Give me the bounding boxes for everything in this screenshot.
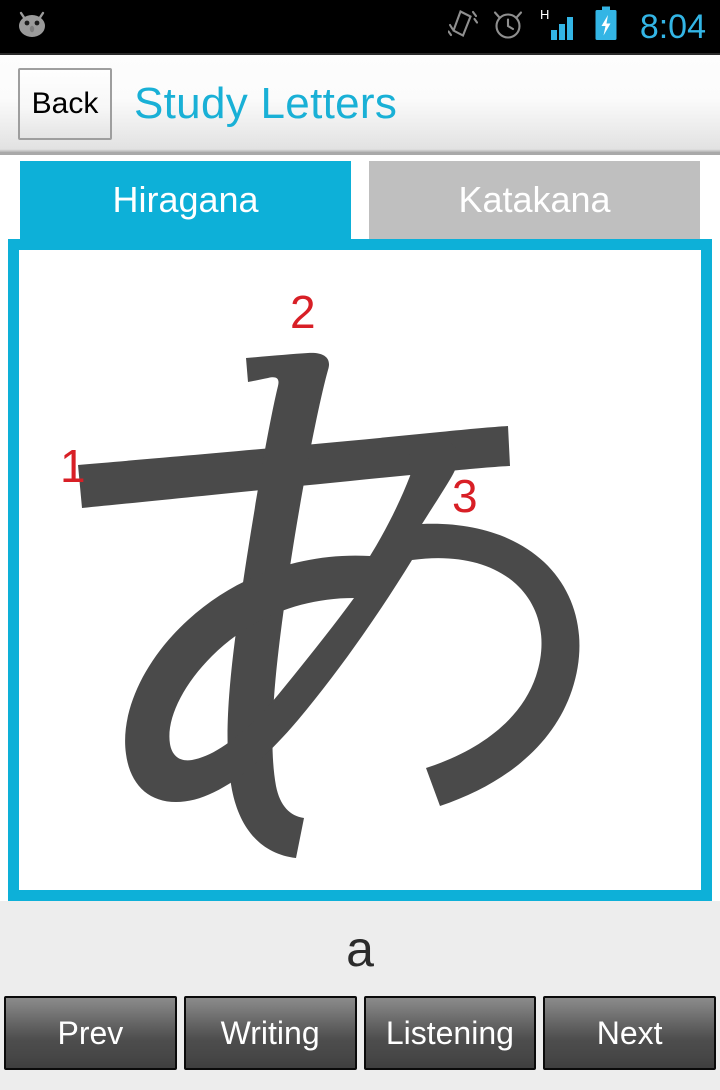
vibrate-icon bbox=[447, 7, 478, 46]
stroke-order-diagram: 1 2 3 bbox=[19, 250, 701, 890]
writing-button[interactable]: Writing bbox=[183, 996, 357, 1070]
character-panel-wrapper: 1 2 3 bbox=[0, 239, 720, 901]
kana-strokes bbox=[78, 352, 580, 858]
action-button-bar: Prev Writing Listening Next bbox=[0, 996, 720, 1090]
stroke-number-3: 3 bbox=[452, 470, 478, 522]
tab-katakana[interactable]: Katakana bbox=[369, 161, 700, 239]
status-bar-clock: 8:04 bbox=[639, 7, 706, 46]
hspa-signal-icon: H bbox=[538, 6, 580, 47]
listening-button[interactable]: Listening bbox=[363, 996, 537, 1070]
prev-button[interactable]: Prev bbox=[4, 996, 177, 1070]
stroke-number-1: 1 bbox=[60, 440, 86, 492]
next-button[interactable]: Next bbox=[543, 996, 716, 1070]
status-bar-system-icons: H 8:04 bbox=[447, 5, 706, 48]
back-button[interactable]: Back bbox=[18, 67, 112, 140]
tab-hiragana[interactable]: Hiragana bbox=[20, 161, 351, 239]
character-display-panel[interactable]: 1 2 3 bbox=[8, 239, 712, 901]
page-title: Study Letters bbox=[134, 78, 398, 128]
stroke-number-2: 2 bbox=[290, 286, 316, 338]
battery-charging-icon bbox=[593, 5, 619, 48]
status-bar: H 8:04 bbox=[0, 0, 720, 55]
tab-bar: Hiragana Katakana bbox=[0, 155, 720, 239]
alarm-clock-icon bbox=[491, 7, 525, 46]
android-head-icon bbox=[12, 8, 52, 45]
svg-text:H: H bbox=[540, 7, 549, 22]
kana-glyph-svg: 1 2 3 bbox=[60, 286, 580, 858]
study-letters-screen: H 8:04 Back Study Letters Hiragana Katak… bbox=[0, 0, 720, 1090]
status-bar-notifications bbox=[12, 8, 52, 45]
romaji-reading: a bbox=[346, 920, 374, 977]
romaji-reading-bar: a bbox=[0, 901, 720, 996]
action-bar: Back Study Letters bbox=[0, 55, 720, 155]
